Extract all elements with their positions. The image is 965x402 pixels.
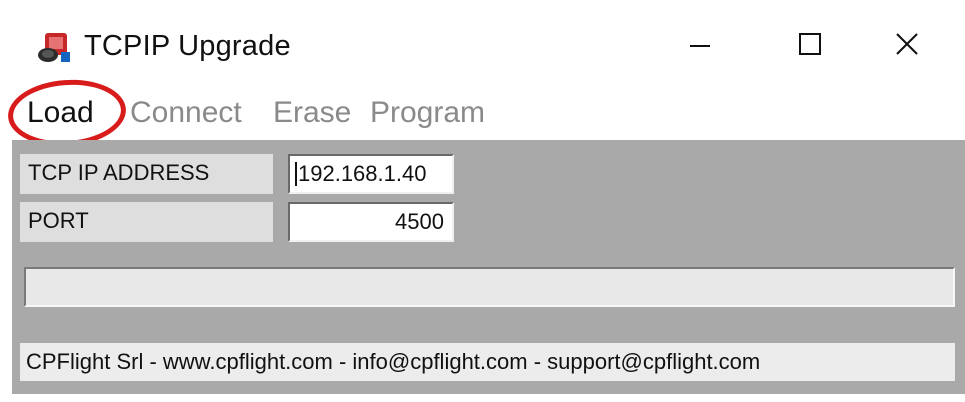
menu-bar: Load Connect Erase Program (0, 86, 965, 140)
ip-address-label: TCP IP ADDRESS (20, 154, 273, 194)
menu-item-load[interactable]: Load (27, 96, 94, 130)
maximize-button[interactable] (765, 18, 855, 74)
maximize-icon (797, 31, 823, 62)
status-bar: CPFlight Srl - www.cpflight.com - info@c… (20, 343, 955, 381)
tcpip-app-icon (36, 30, 72, 64)
close-button[interactable] (862, 18, 952, 74)
close-icon (894, 31, 920, 62)
port-label: PORT (20, 202, 273, 242)
port-field[interactable]: 4500 (288, 202, 454, 242)
ip-address-field[interactable]: 192.168.1.40 (288, 154, 454, 194)
app-window: TCPIP Upgrade Load Connect Erase Program… (0, 0, 965, 402)
menu-item-program[interactable]: Program (370, 96, 485, 130)
menu-item-connect[interactable]: Connect (130, 96, 242, 130)
minimize-button[interactable] (655, 18, 745, 74)
client-area: TCP IP ADDRESS 192.168.1.40 PORT 4500 CP… (12, 140, 965, 394)
menu-item-erase[interactable]: Erase (273, 96, 351, 130)
progress-bar (24, 267, 955, 307)
title-bar[interactable]: TCPIP Upgrade (0, 0, 965, 92)
window-title: TCPIP Upgrade (84, 30, 291, 62)
minimize-icon (688, 32, 712, 61)
